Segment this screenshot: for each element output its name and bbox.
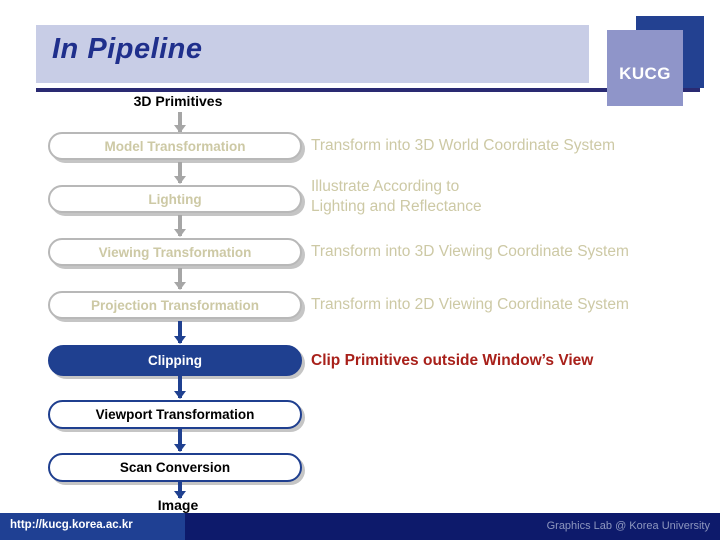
pipeline-box-label: Clipping [148,353,202,368]
arrow-head [174,176,186,184]
pipeline-box-projection-transformation[interactable]: Projection Transformation [48,291,302,319]
pipeline-box-label: Viewing Transformation [98,244,252,260]
flow-arrow-output [172,482,188,499]
pipeline-box-scan-conversion[interactable]: Scan Conversion [48,453,302,482]
pipeline-box-viewing-transformation[interactable]: Viewing Transformation [48,238,302,266]
pipeline-box-label: Scan Conversion [119,460,231,475]
footer-url-text[interactable]: http://kucg.korea.ac.kr [10,519,133,531]
pipeline-box-label: Projection Transformation [90,297,260,313]
kucg-logo-text: KUCG [619,64,671,83]
arrow-head [174,336,186,344]
pipeline-desc-projection-transformation: Transform into 2D Viewing Coordinate Sys… [311,296,629,313]
pipeline-box-label: Model Transformation [104,138,246,154]
flow-arrow-0 [172,162,188,184]
flow-arrow-input [172,112,188,133]
slide: In Pipeline KUCG 3D Primitives Model Tra… [0,0,720,540]
flow-output-label: Image [157,497,199,513]
flow-arrow-3 [172,321,188,344]
page-title: In Pipeline [52,33,203,65]
pipeline-box-label: Viewport Transformation [95,407,255,422]
arrow-head [174,444,186,452]
pipeline-box-lighting[interactable]: Lighting [48,185,302,213]
pipeline-desc-viewing-transformation: Transform into 3D Viewing Coordinate Sys… [311,243,629,260]
arrow-head [174,391,186,399]
flow-arrow-5 [172,429,188,452]
pipeline-desc-model-transformation: Transform into 3D World Coordinate Syste… [311,137,616,154]
flow-arrow-2 [172,268,188,290]
pipeline-desc-clipping: Clip Primitives outside Window’s View [311,352,594,369]
pipeline-box-model-transformation[interactable]: Model Transformation [48,132,302,160]
arrow-head [174,282,186,290]
flow-arrow-4 [172,376,188,399]
flow-arrow-1 [172,215,188,237]
footer-lab-text: Graphics Lab @ Korea University [546,520,710,532]
pipeline-box-viewport-transformation[interactable]: Viewport Transformation [48,400,302,429]
pipeline-box-clipping[interactable]: Clipping [48,345,302,376]
pipeline-desc-lighting: Illustrate According to Lighting and Ref… [311,178,482,215]
arrow-head [174,229,186,237]
title-divider [36,88,700,92]
pipeline-box-label: Lighting [148,191,202,207]
flow-input-label: 3D Primitives [133,93,223,109]
